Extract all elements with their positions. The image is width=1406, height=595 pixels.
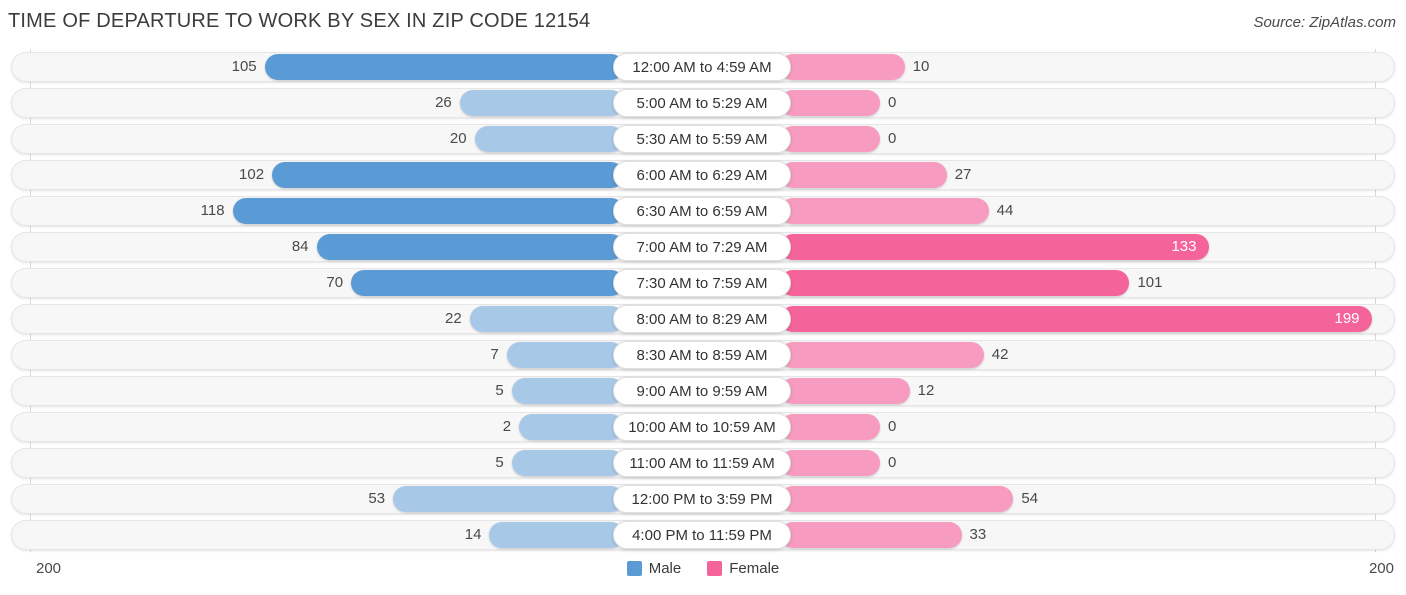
chart-legend: Male Female bbox=[0, 560, 1406, 577]
bar-value-male: 5 bbox=[495, 454, 504, 471]
bar-value-male: 7 bbox=[490, 346, 499, 363]
bar-female[interactable] bbox=[780, 270, 1130, 296]
table-row[interactable]: 2 0 10:00 AM to 10:59 AM bbox=[11, 412, 1395, 442]
category-label: 5:30 AM to 5:59 AM bbox=[613, 125, 791, 153]
bar-female[interactable] bbox=[780, 414, 880, 440]
table-row[interactable]: 14 33 4:00 PM to 11:59 PM bbox=[11, 520, 1395, 550]
bar-value-female: 101 bbox=[1137, 274, 1163, 291]
bar-female[interactable] bbox=[780, 378, 910, 404]
chart-header: TIME OF DEPARTURE TO WORK BY SEX IN ZIP … bbox=[0, 0, 1406, 48]
bar-female[interactable] bbox=[780, 54, 905, 80]
category-label: 12:00 AM to 4:59 AM bbox=[613, 53, 791, 81]
source-label: Source: ZipAtlas.com bbox=[1253, 14, 1396, 31]
bar-female[interactable] bbox=[780, 450, 880, 476]
bar-value-female: 0 bbox=[888, 94, 897, 111]
page-title: TIME OF DEPARTURE TO WORK BY SEX IN ZIP … bbox=[8, 10, 591, 32]
bar-value-male: 118 bbox=[200, 202, 225, 219]
bar-value-female: 10 bbox=[912, 58, 930, 75]
bar-value-female: 27 bbox=[954, 166, 972, 183]
table-row[interactable]: 5 0 11:00 AM to 11:59 AM bbox=[11, 448, 1395, 478]
bar-female[interactable] bbox=[780, 198, 989, 224]
table-row[interactable]: 102 27 6:00 AM to 6:29 AM bbox=[11, 160, 1395, 190]
category-label: 12:00 PM to 3:59 PM bbox=[613, 485, 791, 513]
category-label: 7:00 AM to 7:29 AM bbox=[613, 233, 791, 261]
bar-female[interactable] bbox=[780, 342, 984, 368]
category-label: 11:00 AM to 11:59 AM bbox=[613, 449, 791, 477]
bar-value-male: 22 bbox=[444, 310, 462, 327]
bar-male[interactable] bbox=[264, 54, 624, 80]
category-label: 10:00 AM to 10:59 AM bbox=[613, 413, 791, 441]
bar-female[interactable] bbox=[780, 126, 880, 152]
legend-swatch-female-icon bbox=[707, 561, 723, 576]
bar-male[interactable] bbox=[316, 234, 624, 260]
bar-value-female: 42 bbox=[991, 346, 1009, 363]
bar-value-male: 53 bbox=[368, 490, 386, 507]
bar-value-female: 0 bbox=[888, 418, 897, 435]
category-label: 4:00 PM to 11:59 PM bbox=[613, 521, 791, 549]
bar-value-male: 70 bbox=[326, 274, 344, 291]
bar-male[interactable] bbox=[506, 342, 624, 368]
table-row[interactable]: 20 0 5:30 AM to 5:59 AM bbox=[11, 124, 1395, 154]
table-row[interactable]: 7 42 8:30 AM to 8:59 AM bbox=[11, 340, 1395, 370]
legend-item-male[interactable]: Male bbox=[626, 560, 682, 577]
table-row[interactable]: 84 133 7:00 AM to 7:29 AM bbox=[11, 232, 1395, 262]
bar-value-male: 2 bbox=[502, 418, 512, 435]
bar-value-male: 84 bbox=[291, 238, 309, 255]
table-row[interactable]: 22 199 8:00 AM to 8:29 AM bbox=[11, 304, 1395, 334]
table-row[interactable]: 53 54 12:00 PM to 3:59 PM bbox=[11, 484, 1395, 514]
bar-female[interactable] bbox=[780, 486, 1014, 512]
bar-value-female: 54 bbox=[1021, 490, 1039, 507]
category-label: 8:00 AM to 8:29 AM bbox=[613, 305, 791, 333]
bar-male[interactable] bbox=[351, 270, 624, 296]
bar-male[interactable] bbox=[393, 486, 624, 512]
bar-value-female: 33 bbox=[969, 526, 987, 543]
legend-swatch-male-icon bbox=[626, 561, 642, 576]
bar-value-male: 20 bbox=[449, 130, 467, 147]
category-label: 9:00 AM to 9:59 AM bbox=[613, 377, 791, 405]
bar-female[interactable] bbox=[780, 234, 1209, 260]
bar-female[interactable] bbox=[780, 162, 947, 188]
bar-value-female: 133 bbox=[1171, 238, 1197, 255]
bar-female[interactable] bbox=[780, 90, 880, 116]
table-row[interactable]: 105 10 12:00 AM to 4:59 AM bbox=[11, 52, 1395, 82]
legend-label-male: Male bbox=[648, 560, 682, 577]
bar-female[interactable] bbox=[780, 522, 962, 548]
bar-value-female: 12 bbox=[917, 382, 935, 399]
table-row[interactable]: 26 0 5:00 AM to 5:29 AM bbox=[11, 88, 1395, 118]
bar-value-female: 44 bbox=[996, 202, 1014, 219]
legend-label-female: Female bbox=[729, 560, 780, 577]
bar-male[interactable] bbox=[511, 378, 624, 404]
bar-female[interactable] bbox=[780, 306, 1372, 332]
category-label: 6:30 AM to 6:59 AM bbox=[613, 197, 791, 225]
category-label: 5:00 AM to 5:29 AM bbox=[613, 89, 791, 117]
bar-male[interactable] bbox=[232, 198, 624, 224]
bar-male[interactable] bbox=[519, 414, 624, 440]
bar-value-male: 5 bbox=[495, 382, 504, 399]
bar-value-male: 105 bbox=[231, 58, 257, 75]
bar-value-male: 14 bbox=[464, 526, 482, 543]
table-row[interactable]: 118 44 6:30 AM to 6:59 AM bbox=[11, 196, 1395, 226]
bar-value-female: 0 bbox=[888, 130, 897, 147]
bar-male[interactable] bbox=[489, 522, 624, 548]
bar-value-male: 26 bbox=[435, 94, 452, 111]
category-label: 7:30 AM to 7:59 AM bbox=[613, 269, 791, 297]
category-label: 6:00 AM to 6:29 AM bbox=[613, 161, 791, 189]
category-label: 8:30 AM to 8:59 AM bbox=[613, 341, 791, 369]
bar-male[interactable] bbox=[474, 126, 624, 152]
table-row[interactable]: 70 101 7:30 AM to 7:59 AM bbox=[11, 268, 1395, 298]
bar-value-female: 199 bbox=[1334, 310, 1360, 327]
bar-value-female: 0 bbox=[888, 454, 897, 471]
legend-item-female[interactable]: Female bbox=[707, 560, 779, 577]
chart-plot-area: 105 10 12:00 AM to 4:59 AM 26 0 5:00 AM to 5:… bbox=[0, 49, 1406, 552]
chart-footer: 200 200 Male Female bbox=[0, 552, 1406, 595]
bar-male[interactable] bbox=[469, 306, 624, 332]
bar-male[interactable] bbox=[459, 90, 624, 116]
bar-male[interactable] bbox=[272, 162, 624, 188]
bar-male[interactable] bbox=[511, 450, 624, 476]
table-row[interactable]: 5 12 9:00 AM to 9:59 AM bbox=[11, 376, 1395, 406]
bar-value-male: 102 bbox=[239, 166, 265, 183]
